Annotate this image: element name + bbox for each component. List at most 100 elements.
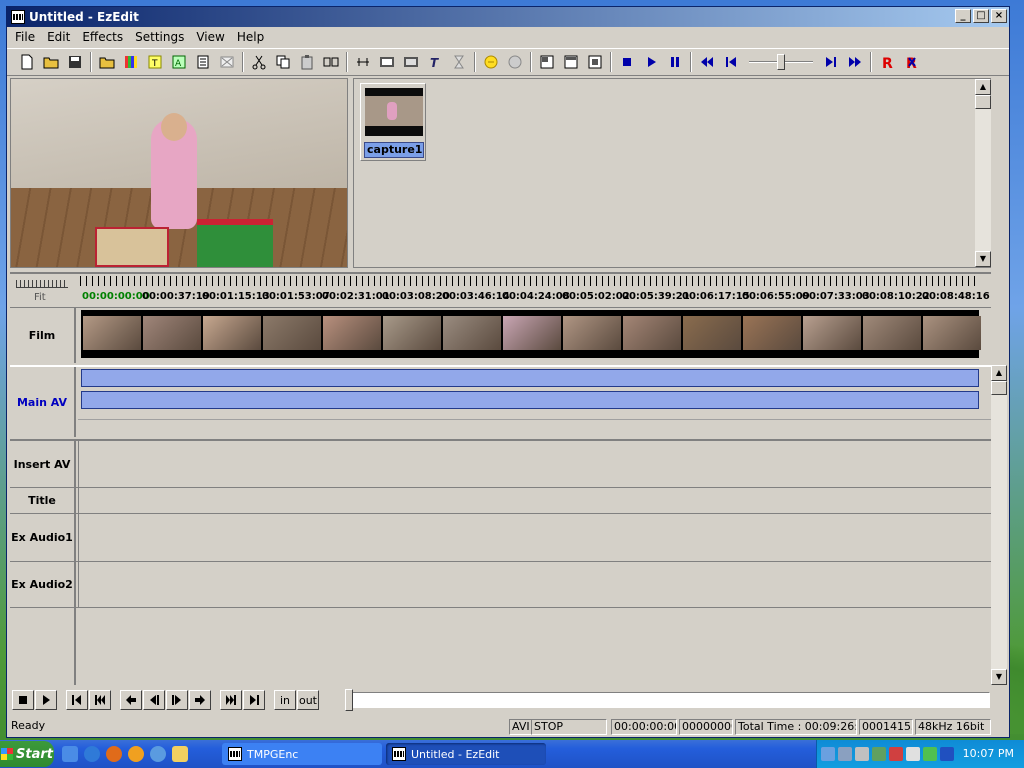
play-icon[interactable] <box>640 51 662 73</box>
window-layout-3-icon[interactable] <box>584 51 606 73</box>
forward-arrow-button[interactable] <box>189 690 211 710</box>
delete-clip-icon[interactable] <box>216 51 238 73</box>
paste-icon[interactable] <box>296 51 318 73</box>
properties-icon[interactable] <box>192 51 214 73</box>
media-app-icon[interactable] <box>128 746 144 762</box>
play-button[interactable] <box>35 690 57 710</box>
timeline-scrollbar[interactable]: ▲ ▼ <box>991 365 1007 685</box>
window-layout-1-icon[interactable] <box>536 51 558 73</box>
trim-icon[interactable] <box>352 51 374 73</box>
start-button[interactable]: Start <box>0 741 54 767</box>
menu-settings[interactable]: Settings <box>129 30 190 44</box>
fit-label: Fit <box>34 292 46 303</box>
safely-remove-icon[interactable] <box>855 747 869 761</box>
ex-audio1-lane[interactable] <box>78 514 991 561</box>
stop-button[interactable] <box>12 690 34 710</box>
pause-icon[interactable] <box>664 51 686 73</box>
status-position: 00:00:00:00 <box>611 719 677 735</box>
tray-app-icon[interactable] <box>872 747 886 761</box>
record-settings-icon[interactable]: R <box>900 51 922 73</box>
new-file-icon[interactable] <box>16 51 38 73</box>
previous-clip-button[interactable] <box>89 690 111 710</box>
speed-slider[interactable] <box>749 51 813 73</box>
go-to-start-button[interactable] <box>66 690 88 710</box>
stop-icon[interactable] <box>616 51 638 73</box>
mark-in-button[interactable]: in <box>274 690 296 710</box>
internet-explorer-icon[interactable] <box>84 746 100 762</box>
email-client-icon[interactable] <box>150 746 166 762</box>
volume-icon[interactable] <box>906 747 920 761</box>
antivirus-icon[interactable] <box>889 747 903 761</box>
computer-icon[interactable] <box>838 747 852 761</box>
go-to-end-button[interactable] <box>243 690 265 710</box>
insert-av-lane[interactable] <box>78 441 991 487</box>
maximize-button[interactable]: □ <box>973 9 989 23</box>
title-bar[interactable]: Untitled - EzEdit _ □ × <box>7 7 1009 27</box>
position-track[interactable] <box>345 689 990 711</box>
scroll-up-arrow[interactable]: ▲ <box>991 365 1007 381</box>
network-icon[interactable] <box>821 747 835 761</box>
track-divider <box>78 419 991 420</box>
window-layout-2-icon[interactable] <box>560 51 582 73</box>
menu-view[interactable]: View <box>190 30 230 44</box>
speed-slider-thumb[interactable] <box>777 54 785 70</box>
task-ezedit[interactable]: Untitled - EzEdit <box>386 743 546 765</box>
fast-forward-icon[interactable] <box>844 51 866 73</box>
task-tmpgenc[interactable]: TMPGEnc <box>222 743 382 765</box>
clip-name[interactable]: capture1 <box>364 142 424 158</box>
split-icon[interactable] <box>320 51 342 73</box>
zoom-scale[interactable] <box>16 280 68 288</box>
security-icon[interactable] <box>923 747 937 761</box>
menu-effects[interactable]: Effects <box>76 30 129 44</box>
cut-icon[interactable] <box>248 51 270 73</box>
filmstrip-icon[interactable] <box>376 51 398 73</box>
timeline-ruler[interactable]: 00:00:00:00 00:00:37:19 00:01:15:13 00:01:5… <box>80 274 990 306</box>
clip-card[interactable]: capture1 <box>360 83 426 161</box>
frame-forward-button[interactable] <box>166 690 188 710</box>
main-av-audio-clip[interactable] <box>81 391 979 409</box>
menu-file[interactable]: File <box>9 30 41 44</box>
save-icon[interactable] <box>64 51 86 73</box>
title-lane[interactable] <box>78 488 991 513</box>
scroll-down-arrow[interactable]: ▼ <box>975 251 991 267</box>
redo-icon[interactable] <box>504 51 526 73</box>
copy-icon[interactable] <box>272 51 294 73</box>
position-thumb[interactable] <box>345 689 353 711</box>
minimize-button[interactable]: _ <box>955 9 971 23</box>
filmstrip[interactable] <box>81 310 981 358</box>
display-icon[interactable] <box>940 747 954 761</box>
menu-edit[interactable]: Edit <box>41 30 76 44</box>
undo-icon[interactable] <box>480 51 502 73</box>
image-clip-icon[interactable]: A <box>168 51 190 73</box>
scroll-up-arrow[interactable]: ▲ <box>975 79 991 95</box>
menu-help[interactable]: Help <box>231 30 270 44</box>
step-back-icon[interactable] <box>720 51 742 73</box>
next-clip-button[interactable] <box>220 690 242 710</box>
color-bars-icon[interactable] <box>120 51 142 73</box>
zoom-fit-control[interactable]: Fit <box>10 274 76 306</box>
back-arrow-button[interactable] <box>120 690 142 710</box>
import-folder-icon[interactable] <box>96 51 118 73</box>
close-button[interactable]: × <box>991 9 1007 23</box>
record-icon[interactable]: R <box>876 51 898 73</box>
rewind-icon[interactable] <box>696 51 718 73</box>
scroll-thumb[interactable] <box>991 381 1007 395</box>
hourglass-icon[interactable] <box>448 51 470 73</box>
scroll-down-arrow[interactable]: ▼ <box>991 669 1007 685</box>
bin-scrollbar[interactable]: ▲ ▼ <box>975 79 991 267</box>
firefox-icon[interactable] <box>106 746 122 762</box>
filmstrip-edit-icon[interactable] <box>400 51 422 73</box>
ex-audio2-lane[interactable] <box>78 562 991 607</box>
title-clip-icon[interactable]: T <box>144 51 166 73</box>
app-icon[interactable] <box>11 10 25 24</box>
ruler-time-label: 00:00:00:00 <box>82 291 150 302</box>
main-av-video-clip[interactable] <box>81 369 979 387</box>
text-tool-icon[interactable]: T <box>424 51 446 73</box>
open-folder-icon[interactable] <box>40 51 62 73</box>
mark-out-button[interactable]: out <box>297 690 319 710</box>
frame-back-button[interactable] <box>143 690 165 710</box>
show-desktop-icon[interactable] <box>62 746 78 762</box>
step-forward-icon[interactable] <box>820 51 842 73</box>
folder-icon[interactable] <box>172 746 188 762</box>
scroll-thumb[interactable] <box>975 95 991 109</box>
